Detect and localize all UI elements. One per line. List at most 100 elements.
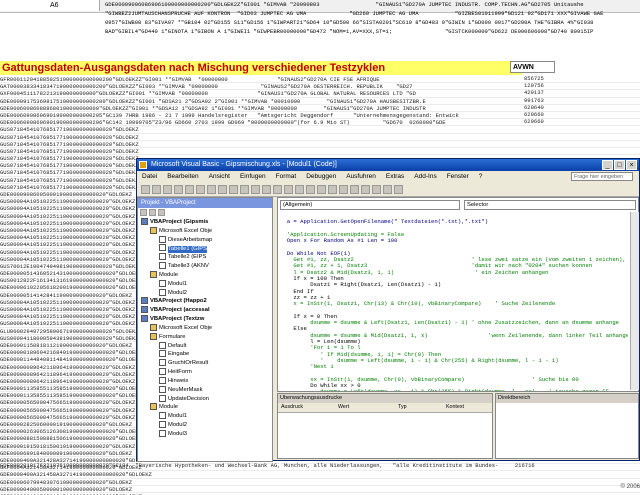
toolbar-button-icon[interactable] xyxy=(152,185,161,194)
toolbar-button-icon[interactable] xyxy=(207,185,216,194)
toolbar-button-icon[interactable] xyxy=(394,185,403,194)
toolbar-button-icon[interactable] xyxy=(141,185,150,194)
toolbar-button-icon[interactable] xyxy=(317,185,326,194)
tree-item[interactable]: Module xyxy=(138,270,272,280)
tree-item[interactable]: Microsoft Excel Obje xyxy=(138,323,272,333)
toolbar-button-icon[interactable] xyxy=(196,185,205,194)
toolbar-button-icon[interactable] xyxy=(372,185,381,194)
tree-item[interactable]: GruchtOrResult xyxy=(138,359,272,368)
code-editor[interactable]: a = Application.GetOpenFilename(" Textda… xyxy=(280,213,628,391)
watch-col-ausdruck[interactable]: Ausdruck xyxy=(281,403,303,412)
tree-item[interactable]: Hinweis xyxy=(138,376,272,386)
tree-item[interactable]: Modul3 xyxy=(138,429,272,439)
right-value-cell[interactable]: 629660 xyxy=(510,118,640,125)
menu-item[interactable]: Fenster xyxy=(442,171,474,183)
name-box[interactable]: A6 xyxy=(0,0,100,11)
code-line[interactable]: dsumme = dsumme & Left(Dsatz1, Len(Dsatz… xyxy=(280,319,628,326)
tree-item[interactable]: VBAProject (accessal xyxy=(138,306,272,315)
maximize-button[interactable]: □ xyxy=(614,160,625,170)
menu-item[interactable]: Bearbeiten xyxy=(162,171,203,183)
right-value-cell[interactable]: 856725 xyxy=(510,75,640,82)
watch-col-kontext[interactable]: Kontext xyxy=(446,403,464,412)
view-code-icon[interactable] xyxy=(140,209,147,216)
menu-item[interactable]: Ausfuhren xyxy=(341,171,381,183)
right-value-cell[interactable]: 629660 xyxy=(510,111,640,118)
object-dropdown[interactable]: (Allgemein) xyxy=(280,200,460,210)
toolbar-button-icon[interactable] xyxy=(295,185,304,194)
toolbar-button-icon[interactable] xyxy=(273,185,282,194)
tree-item[interactable]: Tabelle2 (EIPS xyxy=(138,253,272,262)
tree-item[interactable]: Modul2 xyxy=(138,421,272,430)
watch-col-typ[interactable]: Typ xyxy=(398,403,407,412)
toolbar-button-icon[interactable] xyxy=(328,185,337,194)
toolbar-button-icon[interactable] xyxy=(229,185,238,194)
minimize-button[interactable]: _ xyxy=(602,160,613,170)
right-value-cell[interactable]: 429137 xyxy=(510,89,640,96)
menu-item[interactable]: Datei xyxy=(137,171,162,183)
tree-item[interactable]: NeuMerMask xyxy=(138,385,272,395)
menu-item[interactable]: Extras xyxy=(381,171,409,183)
tree-item[interactable]: Modul2 xyxy=(138,288,272,298)
form-icon xyxy=(159,376,166,384)
toolbar-button-icon[interactable] xyxy=(218,185,227,194)
immediate-pane[interactable]: Direktbereich xyxy=(495,393,639,459)
right-value-cell[interactable]: 620640 xyxy=(510,104,640,111)
right-value-cell[interactable]: 991763 xyxy=(510,97,640,104)
help-search-input[interactable]: Frage hier eingeben xyxy=(571,172,633,181)
toggle-folders-icon[interactable] xyxy=(158,209,165,216)
column-header-avwn[interactable]: AVWN xyxy=(510,61,555,73)
procedure-dropdown[interactable]: Selector xyxy=(464,200,636,210)
menu-item[interactable]: ? xyxy=(474,171,488,183)
menu-item[interactable]: Einfugen xyxy=(235,171,271,183)
code-scrollbar[interactable] xyxy=(630,212,639,390)
tree-item-label: GruchtOrResult xyxy=(168,360,209,367)
tree-item[interactable]: VBAProject (Textzw xyxy=(138,315,272,324)
tree-item[interactable]: Modul1 xyxy=(138,279,272,289)
tree-item[interactable]: Default xyxy=(138,341,272,351)
toolbar-button-icon[interactable] xyxy=(306,185,315,194)
menu-item[interactable]: Format xyxy=(271,171,302,183)
tree-item[interactable]: Modul1 xyxy=(138,412,272,421)
toolbar-button-icon[interactable] xyxy=(339,185,348,194)
right-value-cell[interactable]: 129756 xyxy=(510,82,640,89)
book-icon xyxy=(141,306,148,314)
tree-item[interactable]: VBAProject (Happo2 xyxy=(138,297,272,306)
folder-icon xyxy=(150,226,157,234)
view-object-icon[interactable] xyxy=(149,209,156,216)
code-line[interactable]: dsumme = Left(dsumme, xx - 1) & Chr(255)… xyxy=(280,389,628,391)
toolbar-button-icon[interactable] xyxy=(251,185,260,194)
tree-item-label: Eingabe xyxy=(168,351,190,358)
tree-item[interactable]: Tabelle1 (GIPS xyxy=(138,244,272,254)
tree-item-label: Tabelle3 (AKNV xyxy=(168,263,209,270)
toolbar-button-icon[interactable] xyxy=(383,185,392,194)
toolbar-button-icon[interactable] xyxy=(163,185,172,194)
tree-item[interactable]: Tabelle3 (AKNV xyxy=(138,262,272,271)
close-button[interactable]: × xyxy=(626,160,637,170)
tree-item[interactable]: Formulare xyxy=(138,332,272,342)
form-icon xyxy=(159,359,166,367)
tree-item[interactable]: DieseArbeitsmap xyxy=(138,235,272,245)
toolbar-button-icon[interactable] xyxy=(174,185,183,194)
toolbar-button-icon[interactable] xyxy=(284,185,293,194)
tree-item[interactable]: UpdateDecision xyxy=(138,394,272,404)
tree-item-label: VBAProject (accessal xyxy=(150,307,210,314)
tree-item[interactable]: Module xyxy=(138,403,272,412)
menu-item[interactable]: Ansicht xyxy=(204,171,235,183)
tree-item[interactable]: Microsoft Excel Obje xyxy=(138,226,272,236)
sheet-title-cell[interactable]: Gattungsdaten-Ausgangsdaten nach Mischun… xyxy=(0,61,522,75)
menu-item[interactable]: Debuggen xyxy=(301,171,341,183)
toolbar-button-icon[interactable] xyxy=(361,185,370,194)
bottom-row[interactable]: GDE000201017632107619000000000020"GC194 … xyxy=(0,462,640,495)
tree-item[interactable]: Eingabe xyxy=(138,350,272,359)
project-explorer-title: Projekt - VBAProject xyxy=(138,198,272,208)
menu-item[interactable]: Add-Ins xyxy=(409,171,441,183)
toolbar-button-icon[interactable] xyxy=(185,185,194,194)
toolbar-button-icon[interactable] xyxy=(350,185,359,194)
watch-col-wert[interactable]: Wert xyxy=(338,403,349,412)
tree-item[interactable]: HeitForm xyxy=(138,368,272,377)
tree-item[interactable]: VBAProject (Gipsmis xyxy=(138,218,272,227)
formula-content[interactable]: GDE00009006086906100000000000200"GDLGEK2… xyxy=(105,0,640,36)
toolbar-button-icon[interactable] xyxy=(240,185,249,194)
folder-icon xyxy=(150,323,157,331)
toolbar-button-icon[interactable] xyxy=(262,185,271,194)
